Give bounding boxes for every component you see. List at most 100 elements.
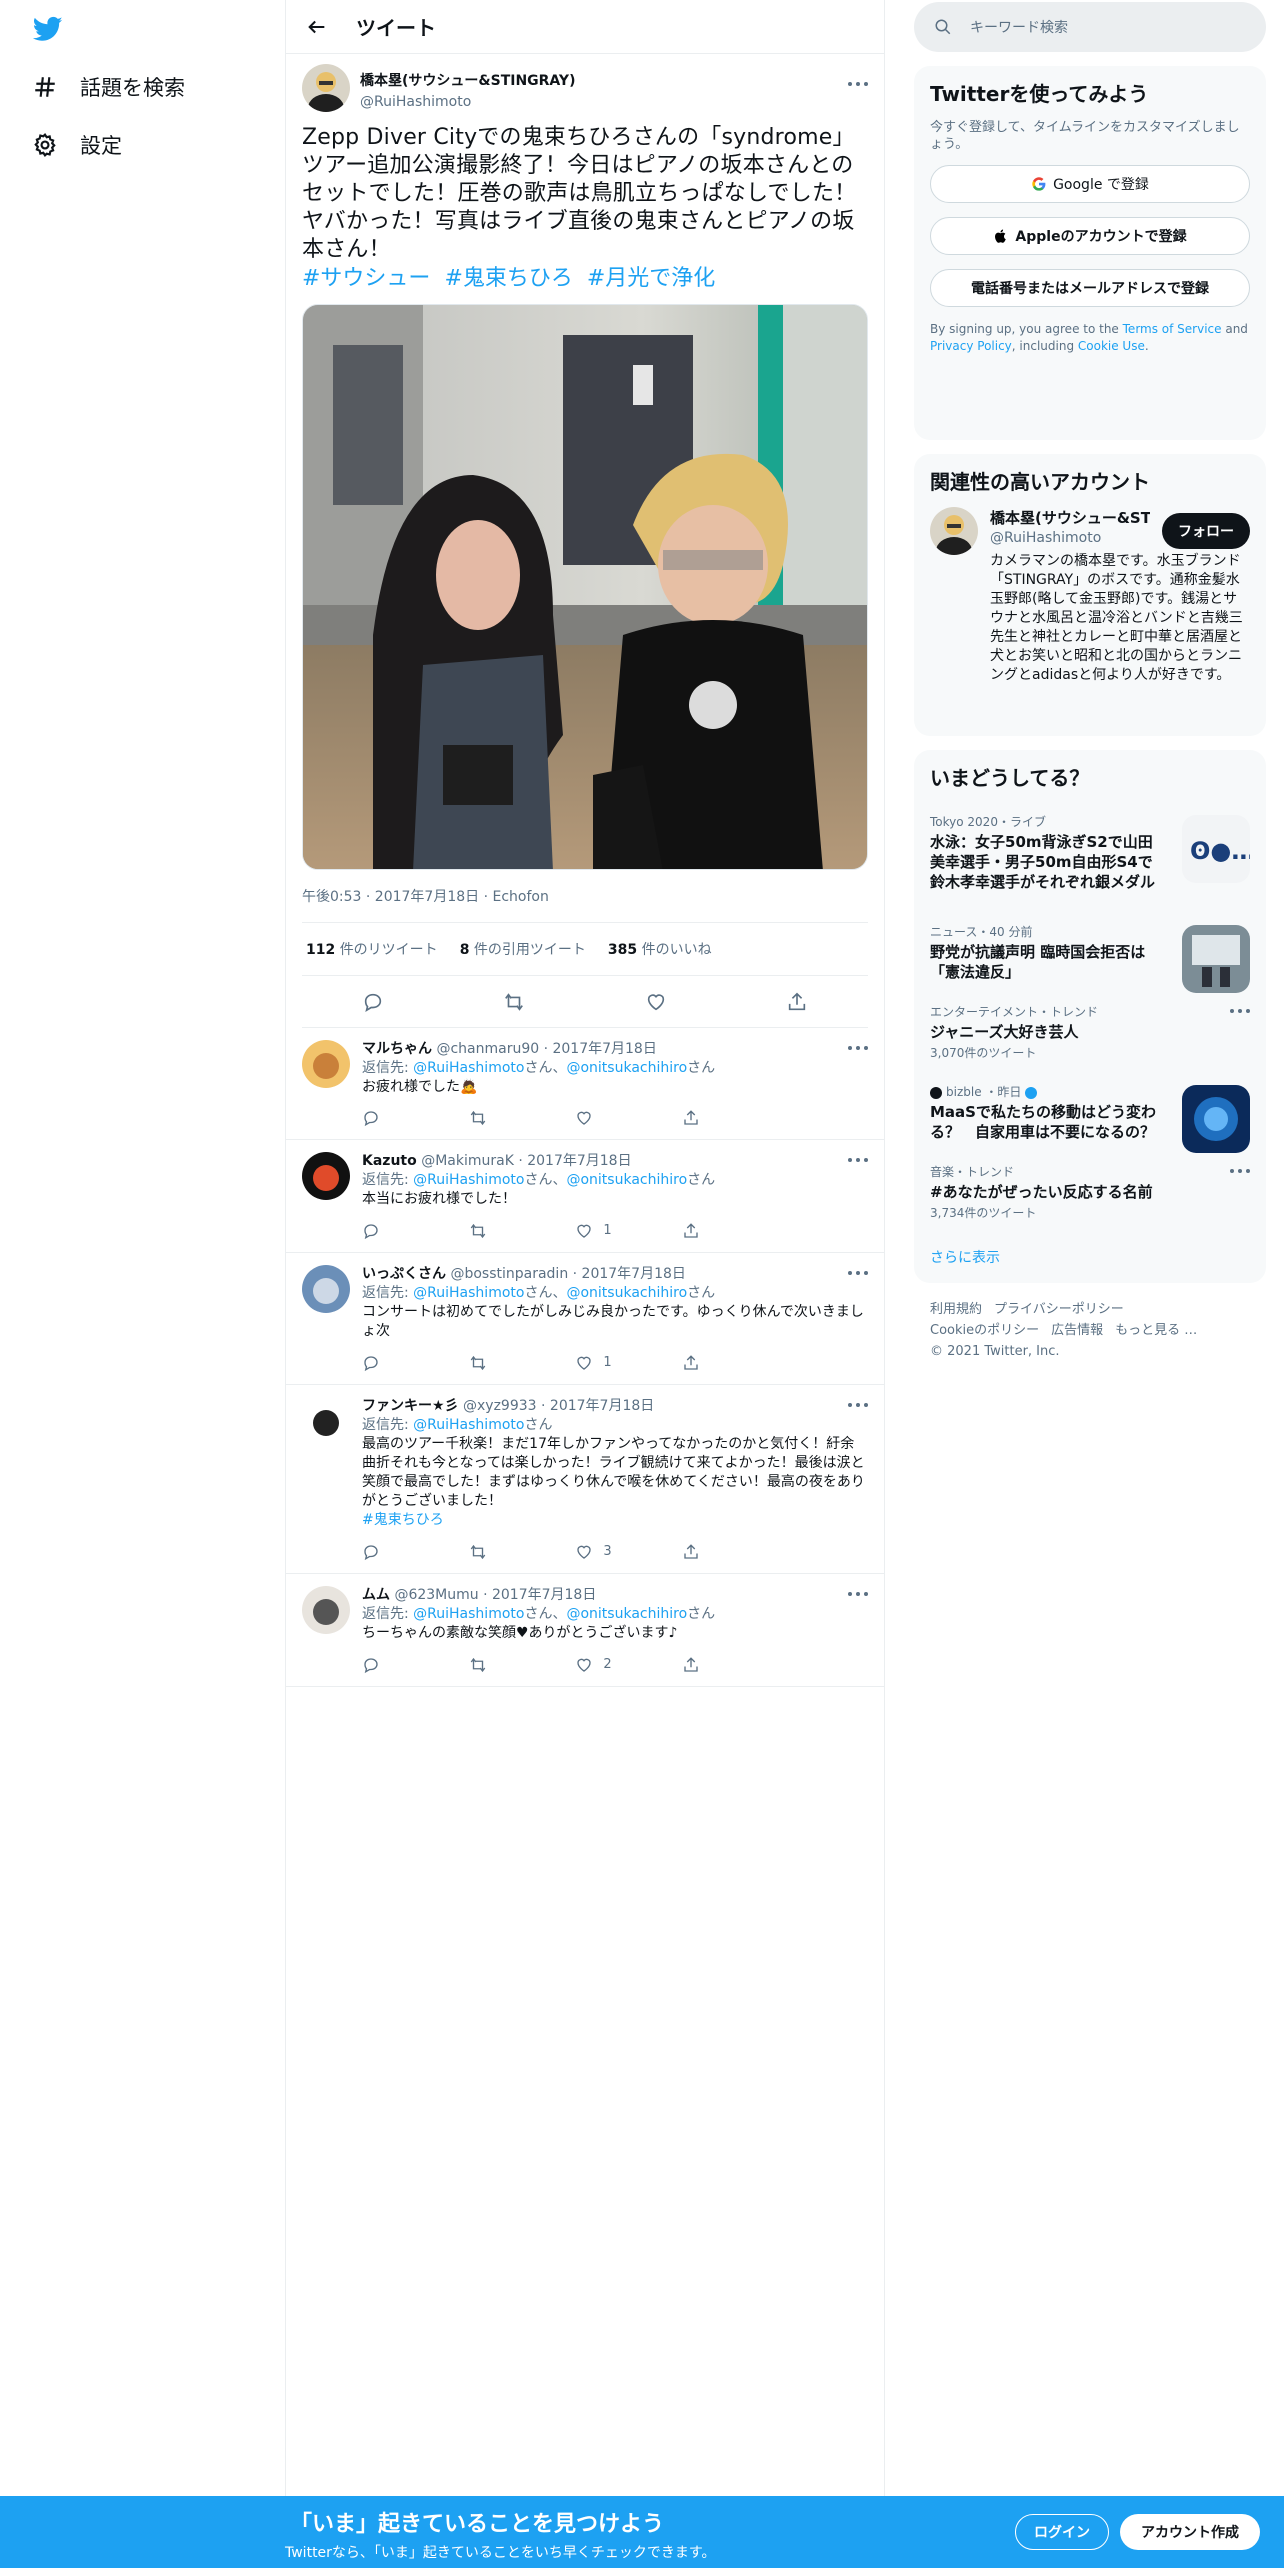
like-action[interactable]: 1 <box>575 1353 675 1372</box>
author-name[interactable]: 橋本塁(サウシュー&STINGRAY) <box>360 70 575 90</box>
reply-tweet[interactable]: ファンキー★彡 @xyz9933 · 2017年7月18日 返信先: @RuiHa… <box>286 1385 884 1574</box>
reply-author-name[interactable]: ムム <box>362 1587 390 1603</box>
like-action[interactable] <box>575 1109 675 1127</box>
footer-ads-link[interactable]: 広告情報 <box>1051 1323 1103 1338</box>
twitter-logo-icon[interactable] <box>33 14 63 44</box>
reply-author-name[interactable]: Kazuto <box>362 1153 417 1169</box>
mention-link[interactable]: @RuiHashimoto <box>413 1606 524 1622</box>
reply-avatar[interactable] <box>302 1586 350 1634</box>
apple-signup-button[interactable]: Appleのアカウントで登録 <box>930 217 1250 255</box>
reply-avatar[interactable] <box>302 1040 350 1088</box>
reply-avatar[interactable] <box>302 1152 350 1200</box>
mention-link[interactable]: @onitsukachihiro <box>566 1285 687 1301</box>
back-arrow-icon[interactable] <box>306 16 328 38</box>
reply-action[interactable] <box>362 1109 462 1127</box>
privacy-link[interactable]: Privacy Policy <box>930 339 1012 353</box>
more-options-icon[interactable] <box>848 82 868 88</box>
share-action[interactable] <box>682 1109 782 1127</box>
nav-settings[interactable]: 設定 <box>32 130 122 160</box>
author-handle[interactable]: @RuiHashimoto <box>360 94 575 110</box>
google-signup-button[interactable]: Google で登録 <box>930 165 1250 203</box>
mention-link[interactable]: @onitsukachihiro <box>566 1060 687 1076</box>
follow-button[interactable]: フォロー <box>1162 513 1250 549</box>
like-action[interactable]: 3 <box>575 1542 675 1561</box>
reply-date[interactable]: · 2017年7月18日 <box>483 1587 596 1603</box>
mention-link[interactable]: @RuiHashimoto <box>413 1285 524 1301</box>
like-action[interactable]: 2 <box>575 1655 675 1674</box>
related-account[interactable]: 橋本塁(サウシュー&STINGRAY) @RuiHashimoto カメラマンの… <box>914 507 1266 701</box>
terms-link[interactable]: Terms of Service <box>1123 322 1222 336</box>
reply-author-name[interactable]: ファンキー★彡 <box>362 1398 459 1414</box>
mention-link[interactable]: @RuiHashimoto <box>413 1417 524 1433</box>
footer-privacy-link[interactable]: プライバシーポリシー <box>994 1302 1124 1317</box>
reply-tweet[interactable]: いっぷくさん @bosstinparadin · 2017年7月18日 返信先: … <box>286 1253 884 1385</box>
share-action[interactable] <box>682 1655 782 1674</box>
retweet-action[interactable] <box>469 1109 569 1127</box>
more-options-icon[interactable] <box>1230 1169 1250 1175</box>
reply-tweet[interactable]: ムム @623Mumu · 2017年7月18日 返信先: @RuiHashimo… <box>286 1574 884 1687</box>
nav-explore[interactable]: 話題を検索 <box>32 72 185 102</box>
reply-author-name[interactable]: いっぷくさん <box>362 1266 446 1282</box>
mention-link[interactable]: @RuiHashimoto <box>413 1172 524 1188</box>
like-count[interactable]: 385 件のいいね <box>608 939 712 959</box>
retweet-icon[interactable] <box>503 991 525 1013</box>
mention-link[interactable]: @onitsukachihiro <box>566 1172 687 1188</box>
retweet-action[interactable] <box>469 1542 569 1561</box>
more-options-icon[interactable] <box>848 1271 868 1277</box>
reply-action[interactable] <box>362 1655 462 1674</box>
tweet-photo[interactable] <box>302 304 868 870</box>
more-options-icon[interactable] <box>848 1046 868 1052</box>
show-more-link[interactable]: さらに表示 <box>914 1233 1266 1283</box>
author-avatar[interactable] <box>302 64 350 112</box>
reply-tweet[interactable]: マルちゃん @chanmaru90 · 2017年7月18日 返信先: @RuiH… <box>286 1028 884 1140</box>
more-options-icon[interactable] <box>848 1403 868 1409</box>
share-action[interactable] <box>682 1353 782 1372</box>
retweet-action[interactable] <box>469 1353 569 1372</box>
retweet-count[interactable]: 112 件のリツイート <box>306 939 438 959</box>
retweet-action[interactable] <box>469 1655 569 1674</box>
trend-item[interactable]: 音楽・トレンド #あなたがぜったい反応する名前 3,734件のツイート <box>914 1153 1266 1233</box>
more-options-icon[interactable] <box>1230 1009 1250 1015</box>
reply-tweet[interactable]: Kazuto @MakimuraK · 2017年7月18日 返信先: @RuiH… <box>286 1140 884 1253</box>
reply-author-name[interactable]: マルちゃん <box>362 1041 432 1057</box>
signup-button[interactable]: アカウント作成 <box>1120 2514 1260 2550</box>
reply-date[interactable]: · 2017年7月18日 <box>541 1398 654 1414</box>
trend-item[interactable]: Tokyo 2020・ライブ 水泳：女子50m背泳ぎS2で山田美幸選手・男子50… <box>914 803 1266 913</box>
footer-cookie-link[interactable]: Cookieのポリシー <box>930 1323 1039 1338</box>
phone-email-signup-button[interactable]: 電話番号またはメールアドレスで登録 <box>930 269 1250 307</box>
reply-action[interactable] <box>362 1542 462 1561</box>
reply-date[interactable]: · 2017年7月18日 <box>573 1266 686 1282</box>
trend-item[interactable]: エンターテイメント・トレンド ジャニーズ大好き芸人 3,070件のツイート <box>914 993 1266 1073</box>
hashtag-link[interactable]: #鬼束ちひろ <box>362 1511 868 1530</box>
search-input[interactable]: キーワード検索 <box>914 2 1266 52</box>
share-icon[interactable] <box>786 991 808 1013</box>
more-options-icon[interactable] <box>848 1158 868 1164</box>
reply-avatar[interactable] <box>302 1265 350 1313</box>
hashtag-link[interactable]: #月光で浄化 <box>587 266 715 291</box>
reply-avatar[interactable] <box>302 1397 350 1445</box>
reply-date[interactable]: · 2017年7月18日 <box>544 1041 657 1057</box>
footer-terms-link[interactable]: 利用規約 <box>930 1302 982 1317</box>
like-icon[interactable] <box>645 991 667 1013</box>
mention-link[interactable]: @onitsukachihiro <box>566 1606 687 1622</box>
reply-action[interactable] <box>362 1221 462 1240</box>
login-button[interactable]: ログイン <box>1015 2514 1109 2550</box>
trend-item[interactable]: bizble ・昨日 MaaSで私たちの移動はどう変わる？ 自家用車は不要になる… <box>914 1073 1266 1153</box>
reply-action[interactable] <box>362 1353 462 1372</box>
like-action[interactable]: 1 <box>575 1221 675 1240</box>
quote-count[interactable]: 8 件の引用ツイート <box>460 939 586 959</box>
hashtag-link[interactable]: #鬼束ちひろ <box>444 266 572 291</box>
reply-date[interactable]: · 2017年7月18日 <box>518 1153 631 1169</box>
more-options-icon[interactable] <box>848 1592 868 1598</box>
footer-more-link[interactable]: もっと見る … <box>1115 1323 1197 1338</box>
trend-item[interactable]: ニュース・40 分前 野党が抗議声明 臨時国会拒否は「憲法違反」 <box>914 913 1266 993</box>
reply-icon[interactable] <box>362 991 384 1013</box>
related-avatar[interactable] <box>930 507 978 555</box>
related-name[interactable]: 橋本塁(サウシュー&STINGRAY) <box>990 507 1150 528</box>
share-action[interactable] <box>682 1542 782 1561</box>
mention-link[interactable]: @RuiHashimoto <box>413 1060 524 1076</box>
hashtag-link[interactable]: #サウシュー <box>302 266 430 291</box>
share-action[interactable] <box>682 1221 782 1240</box>
cookie-link[interactable]: Cookie Use <box>1078 339 1145 353</box>
retweet-action[interactable] <box>469 1221 569 1240</box>
